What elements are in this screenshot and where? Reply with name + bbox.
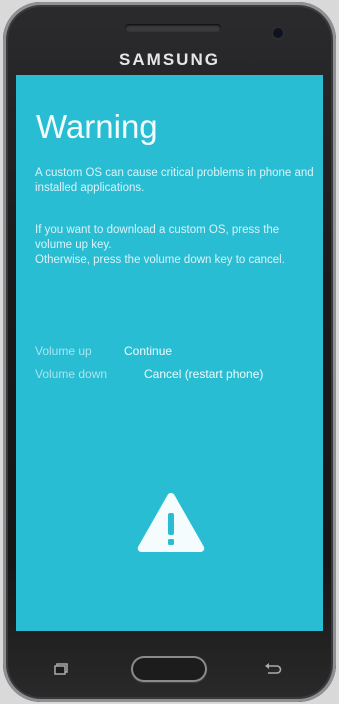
recent-apps-icon[interactable] <box>54 663 68 675</box>
earpiece-speaker <box>125 24 221 32</box>
instructions: If you want to download a custom OS, pre… <box>35 223 315 268</box>
download-mode-screen: Warning A custom OS can cause critical p… <box>16 75 323 631</box>
home-button[interactable] <box>131 656 207 682</box>
option-key-volume-up: Volume up <box>35 344 92 358</box>
option-key-volume-down: Volume down <box>35 367 108 381</box>
back-arrow-icon[interactable] <box>264 662 282 676</box>
warning-triangle-icon <box>137 493 205 552</box>
option-action-continue: Continue <box>124 344 173 358</box>
warning-description: A custom OS can cause critical problems … <box>35 167 314 194</box>
page-title: Warning <box>36 108 158 145</box>
front-camera <box>273 28 283 38</box>
brand-logo: SAMSUNG <box>119 50 220 69</box>
option-action-cancel: Cancel (restart phone) <box>144 367 264 381</box>
instruction-volume-up: If you want to download a custom OS, pre… <box>35 224 280 251</box>
instruction-volume-down: Otherwise, press the volume down key to … <box>35 254 285 266</box>
